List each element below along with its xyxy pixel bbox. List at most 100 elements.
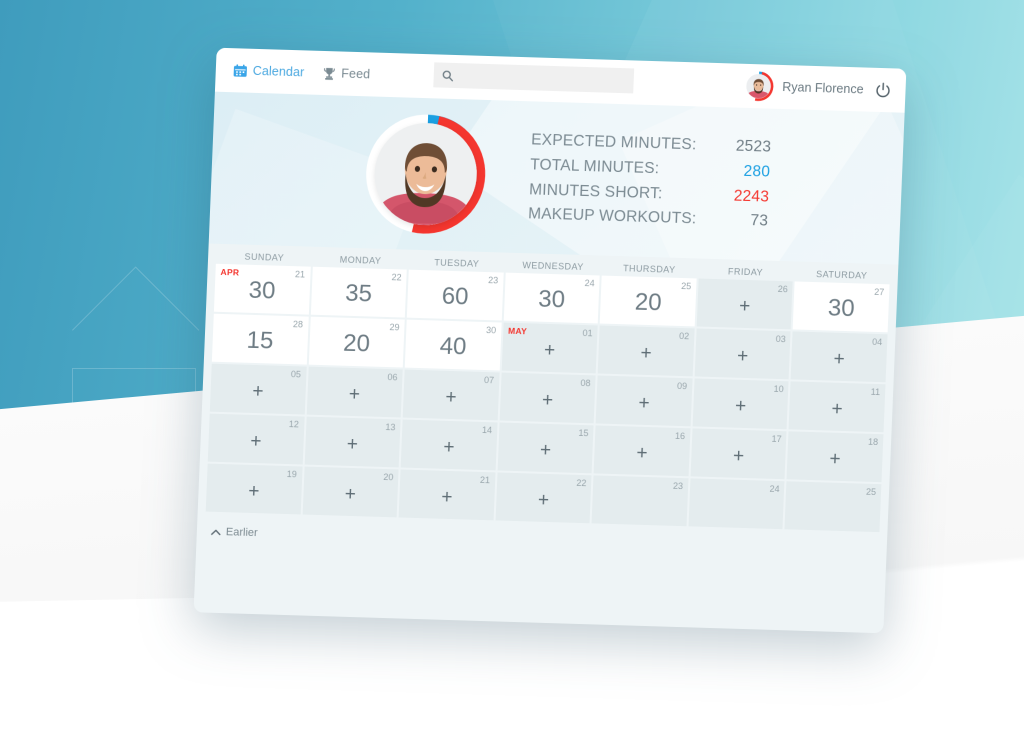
add-workout-icon[interactable]: + — [737, 345, 749, 366]
day-number: 21 — [294, 269, 306, 280]
chevron-up-icon — [211, 528, 221, 535]
calendar-day-cell[interactable]: 05 + — [209, 363, 307, 415]
calendar-day-cell[interactable]: 12 + — [207, 413, 305, 465]
month-tag: APR — [220, 266, 240, 278]
progress-donut — [361, 110, 490, 238]
calendar-day-cell[interactable]: 04 + — [791, 331, 888, 383]
nav-item-feed[interactable]: Feed — [322, 66, 370, 81]
calendar-day-cell[interactable]: 03 + — [694, 328, 791, 380]
earlier-button[interactable]: Earlier — [204, 522, 264, 544]
calendar-day-cell[interactable]: APR 21 30 — [213, 263, 311, 315]
add-workout-icon[interactable]: + — [445, 386, 457, 407]
calendar-day-cell[interactable]: 20 + — [302, 466, 399, 518]
calendar-day-cell[interactable]: 02 + — [597, 325, 695, 377]
hero-content: EXPECTED MINUTES: 2523 TOTAL MINUTES: 28… — [209, 92, 905, 265]
add-workout-icon[interactable]: + — [346, 433, 358, 454]
nav-item-feed-label: Feed — [341, 66, 371, 82]
calendar-day-cell[interactable]: 17 + — [690, 428, 787, 480]
add-workout-icon[interactable]: + — [638, 392, 650, 413]
calendar-day-cell[interactable]: 21 + — [398, 469, 496, 521]
day-number: 20 — [383, 471, 394, 483]
power-icon[interactable] — [874, 81, 892, 99]
day-number: 23 — [672, 480, 684, 492]
stat-value: 2243 — [733, 187, 770, 206]
calendar-day-cell[interactable]: 11 + — [788, 381, 886, 433]
calendar-weeks: APR 21 30 22 35 23 60 24 30 25 20 26 +27 30 28 15 29 20 30… — [205, 263, 890, 533]
search-input[interactable] — [459, 69, 626, 87]
day-number: 30 — [485, 325, 497, 336]
nav-item-calendar[interactable]: Calendar — [233, 63, 305, 80]
add-workout-icon[interactable]: + — [829, 448, 841, 469]
day-number: 01 — [582, 327, 593, 339]
day-of-week-label: WEDNESDAY — [522, 260, 584, 272]
day-number: 22 — [391, 272, 402, 283]
calendar-day-cell[interactable]: 10 + — [692, 378, 789, 430]
calendar-day-cell[interactable]: 15 + — [497, 422, 594, 474]
calendar-day-cell[interactable]: MAY 01 + — [501, 322, 598, 374]
month-tag: MAY — [507, 325, 528, 337]
day-minutes-value: 60 — [441, 282, 470, 311]
calendar-grid: SUNDAY MONDAY TUESDAY WEDNESDAY THURSDAY FRID… — [197, 243, 899, 533]
add-workout-icon[interactable]: + — [833, 348, 845, 369]
calendar-day-cell[interactable]: 13 + — [304, 416, 401, 468]
calendar-day-cell[interactable]: 07 + — [402, 369, 500, 421]
calendar-day-cell[interactable]: 06 + — [306, 366, 403, 418]
add-workout-icon[interactable]: + — [537, 489, 549, 510]
calendar-day-cell[interactable]: 26 + — [696, 278, 794, 330]
calendar-day-cell[interactable]: 28 15 — [211, 313, 309, 365]
add-workout-icon[interactable]: + — [733, 445, 745, 466]
calendar-day-cell[interactable]: 27 30 — [793, 281, 890, 333]
add-workout-icon[interactable]: + — [443, 436, 455, 457]
calendar-day-cell[interactable]: 25 20 — [600, 275, 697, 327]
stat-value: 73 — [750, 212, 769, 230]
calendar-day-cell[interactable]: 08 + — [499, 372, 596, 424]
calendar-day-cell[interactable]: 23 60 — [406, 269, 504, 321]
summary-hero: EXPECTED MINUTES: 2523 TOTAL MINUTES: 28… — [208, 91, 905, 265]
day-number: 03 — [775, 333, 786, 345]
calendar-day-cell[interactable]: 14 + — [400, 419, 498, 471]
day-minutes-value: 15 — [246, 326, 274, 355]
day-number: 18 — [867, 436, 879, 448]
user-name: Ryan Florence — [782, 79, 864, 97]
app-window: Calendar Feed Ryan Florence EXPECTED MIN… — [193, 47, 907, 634]
add-workout-icon[interactable]: + — [349, 383, 361, 404]
add-workout-icon[interactable]: + — [544, 339, 556, 360]
day-of-week-label: THURSDAY — [622, 263, 676, 275]
add-workout-icon[interactable]: + — [344, 483, 356, 504]
calendar-day-cell[interactable]: 18 + — [786, 431, 884, 483]
calendar-day-cell[interactable]: 30 40 — [404, 319, 502, 371]
calendar-day-cell: 24+ — [688, 478, 785, 530]
calendar-day-cell[interactable]: 24 30 — [503, 272, 600, 324]
nav-item-calendar-label: Calendar — [252, 63, 305, 80]
day-number: 19 — [286, 469, 298, 480]
day-number: 24 — [584, 278, 595, 289]
calendar-day-cell[interactable]: 22 35 — [310, 266, 407, 318]
day-number: 27 — [874, 286, 885, 298]
day-number: 04 — [871, 336, 883, 348]
add-workout-icon[interactable]: + — [739, 295, 751, 316]
add-workout-icon[interactable]: + — [735, 395, 747, 416]
day-of-week-label: SUNDAY — [244, 251, 285, 263]
day-of-week-label: FRIDAY — [727, 266, 764, 278]
add-workout-icon[interactable]: + — [540, 439, 552, 460]
day-number: 11 — [870, 386, 881, 398]
add-workout-icon[interactable]: + — [248, 480, 260, 501]
stat-value: 2523 — [735, 138, 772, 157]
avatar[interactable] — [743, 71, 774, 102]
calendar-day-cell[interactable]: 29 20 — [308, 316, 405, 368]
add-workout-icon[interactable]: + — [252, 380, 264, 401]
calendar-day-cell[interactable]: 16 + — [593, 425, 691, 477]
search-icon — [442, 69, 454, 81]
calendar-day-cell[interactable]: 19 + — [205, 463, 303, 515]
day-of-week-label: MONDAY — [339, 254, 382, 266]
day-number: 21 — [479, 474, 491, 486]
add-workout-icon[interactable]: + — [831, 398, 843, 419]
calendar-day-cell[interactable]: 22 + — [495, 472, 592, 524]
add-workout-icon[interactable]: + — [542, 389, 554, 410]
add-workout-icon[interactable]: + — [636, 442, 648, 463]
add-workout-icon[interactable]: + — [640, 342, 652, 363]
calendar-day-cell[interactable]: 09 + — [595, 375, 693, 427]
add-workout-icon[interactable]: + — [250, 430, 262, 451]
search-bar[interactable] — [433, 62, 635, 94]
add-workout-icon[interactable]: + — [441, 486, 453, 507]
